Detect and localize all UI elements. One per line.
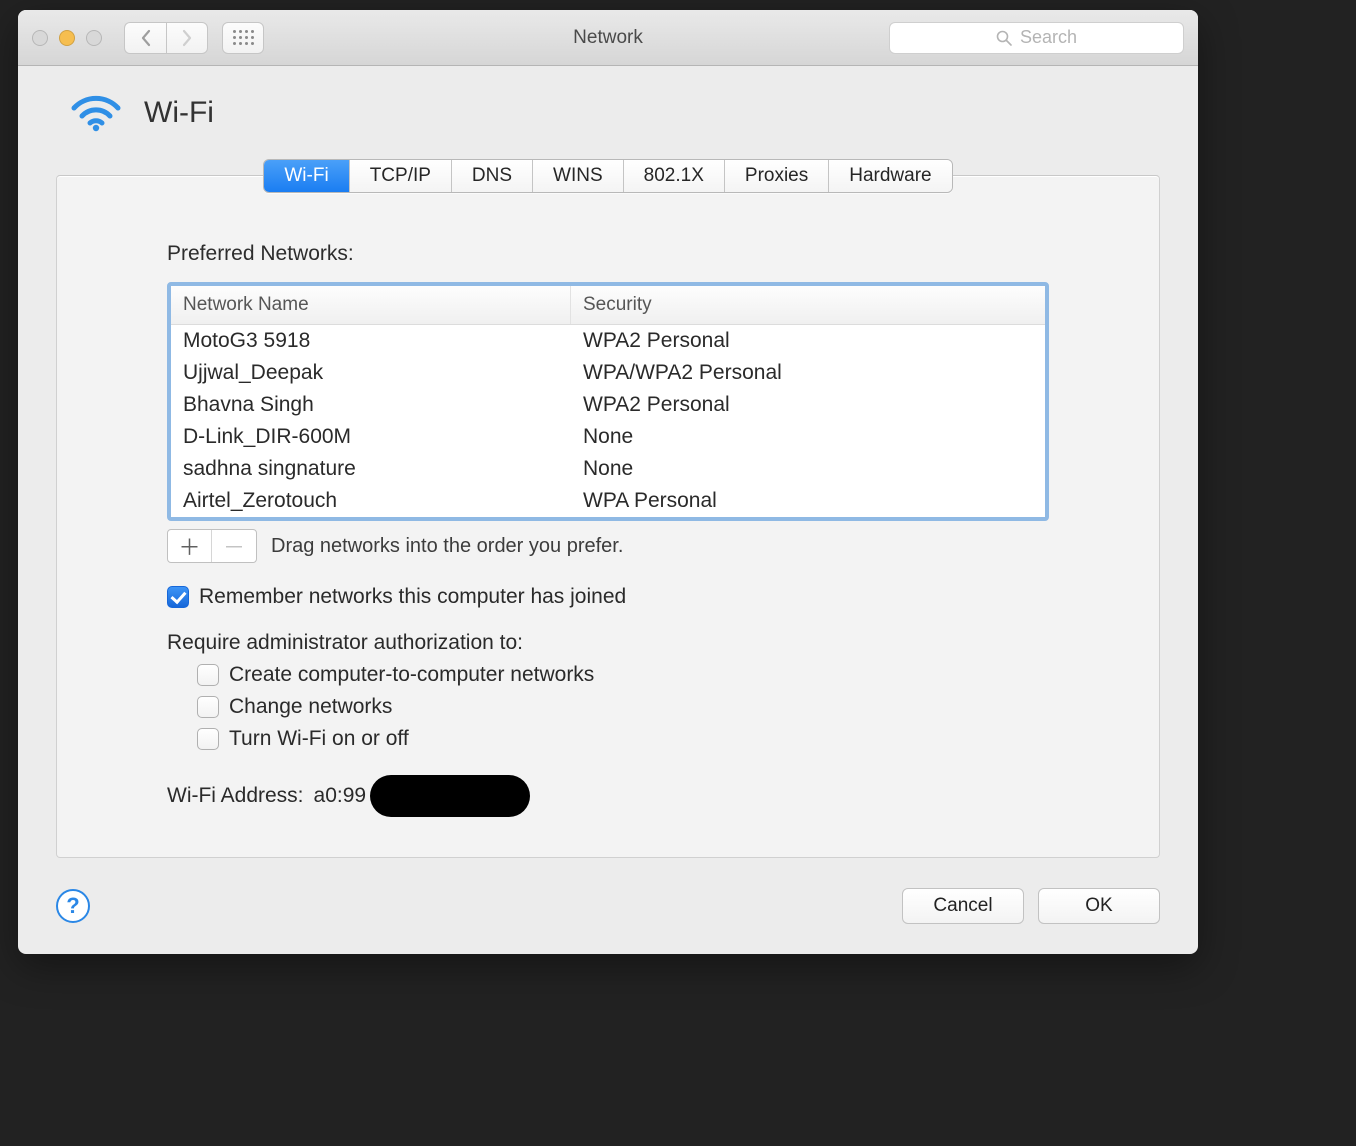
add-network-button[interactable]: ＋ <box>168 530 212 562</box>
search-placeholder: Search <box>1020 27 1077 48</box>
redacted-block <box>370 775 530 817</box>
titlebar: Network Search <box>18 10 1198 66</box>
footer: ? Cancel OK <box>18 888 1198 954</box>
tab-wifi[interactable]: Wi-Fi <box>264 160 349 192</box>
network-name: MotoG3 5918 <box>171 325 571 357</box>
table-row[interactable]: Bhavna SinghWPA2 Personal <box>171 389 1045 421</box>
remove-network-button[interactable]: － <box>212 530 256 562</box>
wifi-panel: Preferred Networks: Network Name Securit… <box>56 175 1160 858</box>
tab-dns[interactable]: DNS <box>452 160 533 192</box>
admin-auth-label: Require administrator authorization to: <box>167 631 1049 655</box>
column-header-name[interactable]: Network Name <box>171 286 571 324</box>
tab-hardware[interactable]: Hardware <box>829 160 951 192</box>
help-button[interactable]: ? <box>56 889 90 923</box>
network-preferences-window: Network Search Wi-Fi Wi-FiTCP/IPDNSWINS8… <box>18 10 1198 954</box>
show-all-button[interactable] <box>222 22 264 54</box>
network-name: sadhna singnature <box>171 453 571 485</box>
column-header-security[interactable]: Security <box>571 286 1045 324</box>
ok-button[interactable]: OK <box>1038 888 1160 924</box>
grid-icon <box>233 30 254 45</box>
network-security: None <box>571 421 1045 453</box>
search-icon <box>996 30 1012 46</box>
tab-8021x[interactable]: 802.1X <box>624 160 725 192</box>
admin-option-label: Change networks <box>229 695 392 719</box>
network-security: WPA2 Personal <box>571 325 1045 357</box>
tab-bar: Wi-FiTCP/IPDNSWINS802.1XProxiesHardware <box>56 159 1160 193</box>
window-controls <box>32 30 102 46</box>
network-security: WPA/WPA2 Personal <box>571 357 1045 389</box>
nav-buttons <box>124 22 208 54</box>
network-name: D-Link_DIR-600M <box>171 421 571 453</box>
minimize-window-button[interactable] <box>59 30 75 46</box>
drag-hint: Drag networks into the order you prefer. <box>271 535 623 558</box>
panel-header: Wi-Fi <box>68 88 1160 137</box>
table-row[interactable]: Ujjwal_DeepakWPA/WPA2 Personal <box>171 357 1045 389</box>
table-row[interactable]: MotoG3 5918WPA2 Personal <box>171 325 1045 357</box>
admin-option-label: Turn Wi-Fi on or off <box>229 727 409 751</box>
table-row[interactable]: sadhna singnatureNone <box>171 453 1045 485</box>
forward-button[interactable] <box>166 22 208 54</box>
tab-wins[interactable]: WINS <box>533 160 624 192</box>
table-header: Network Name Security <box>171 286 1045 325</box>
admin-option-checkbox[interactable] <box>197 728 219 750</box>
wifi-address-label: Wi-Fi Address: <box>167 784 304 808</box>
network-security: WPA Personal <box>571 485 1045 517</box>
network-security: None <box>571 453 1045 485</box>
panel-title: Wi-Fi <box>144 96 214 130</box>
network-name: Airtel_Zerotouch <box>171 485 571 517</box>
back-button[interactable] <box>124 22 166 54</box>
remember-networks-label: Remember networks this computer has join… <box>199 585 626 609</box>
network-security: WPA2 Personal <box>571 389 1045 421</box>
network-name: Bhavna Singh <box>171 389 571 421</box>
preferred-networks-table[interactable]: Network Name Security MotoG3 5918WPA2 Pe… <box>167 282 1049 521</box>
close-window-button[interactable] <box>32 30 48 46</box>
wifi-icon <box>68 88 124 137</box>
wifi-address-value: a0:99 <box>314 784 367 808</box>
tab-tcpip[interactable]: TCP/IP <box>350 160 452 192</box>
admin-option-checkbox[interactable] <box>197 696 219 718</box>
window-title: Network <box>573 27 643 49</box>
tab-proxies[interactable]: Proxies <box>725 160 829 192</box>
table-row[interactable]: Airtel_ZerotouchWPA Personal <box>171 485 1045 517</box>
add-remove-group: ＋ － <box>167 529 257 563</box>
network-name: Ujjwal_Deepak <box>171 357 571 389</box>
cancel-button[interactable]: Cancel <box>902 888 1024 924</box>
zoom-window-button[interactable] <box>86 30 102 46</box>
admin-option-label: Create computer-to-computer networks <box>229 663 594 687</box>
remember-networks-checkbox[interactable] <box>167 586 189 608</box>
table-row[interactable]: D-Link_DIR-600MNone <box>171 421 1045 453</box>
admin-option-checkbox[interactable] <box>197 664 219 686</box>
preferred-networks-label: Preferred Networks: <box>167 242 1049 266</box>
search-input[interactable]: Search <box>889 22 1184 54</box>
